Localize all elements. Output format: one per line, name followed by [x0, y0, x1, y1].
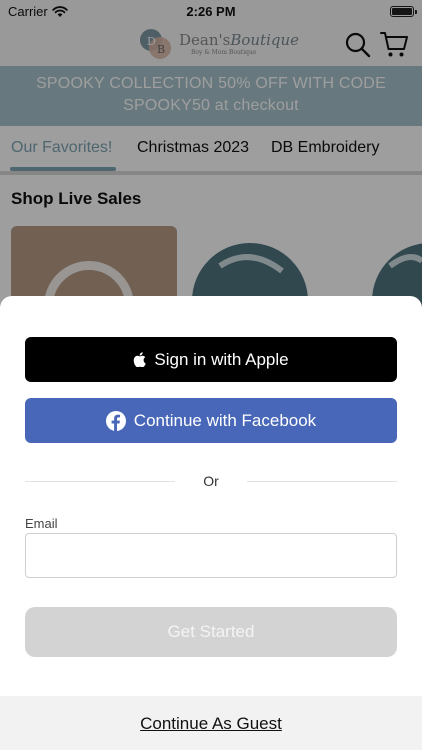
sign-in-sheet: Sign in with Apple Continue with Faceboo…	[0, 296, 422, 750]
continue-with-facebook-button[interactable]: Continue with Facebook	[25, 398, 397, 443]
get-started-label: Get Started	[167, 622, 255, 641]
apple-button-label: Sign in with Apple	[154, 349, 289, 369]
continue-as-guest-link[interactable]: Continue As Guest	[0, 714, 422, 734]
email-label: Email	[25, 516, 58, 531]
or-divider: Or	[25, 472, 397, 492]
facebook-icon	[105, 410, 126, 431]
get-started-button[interactable]: Get Started	[25, 607, 397, 657]
apple-icon	[133, 352, 147, 367]
divider-line-right	[247, 481, 397, 482]
sign-in-with-apple-button[interactable]: Sign in with Apple	[25, 337, 397, 382]
guest-bar: Continue As Guest	[0, 696, 422, 750]
email-field[interactable]	[25, 533, 397, 578]
facebook-button-label: Continue with Facebook	[133, 410, 317, 430]
